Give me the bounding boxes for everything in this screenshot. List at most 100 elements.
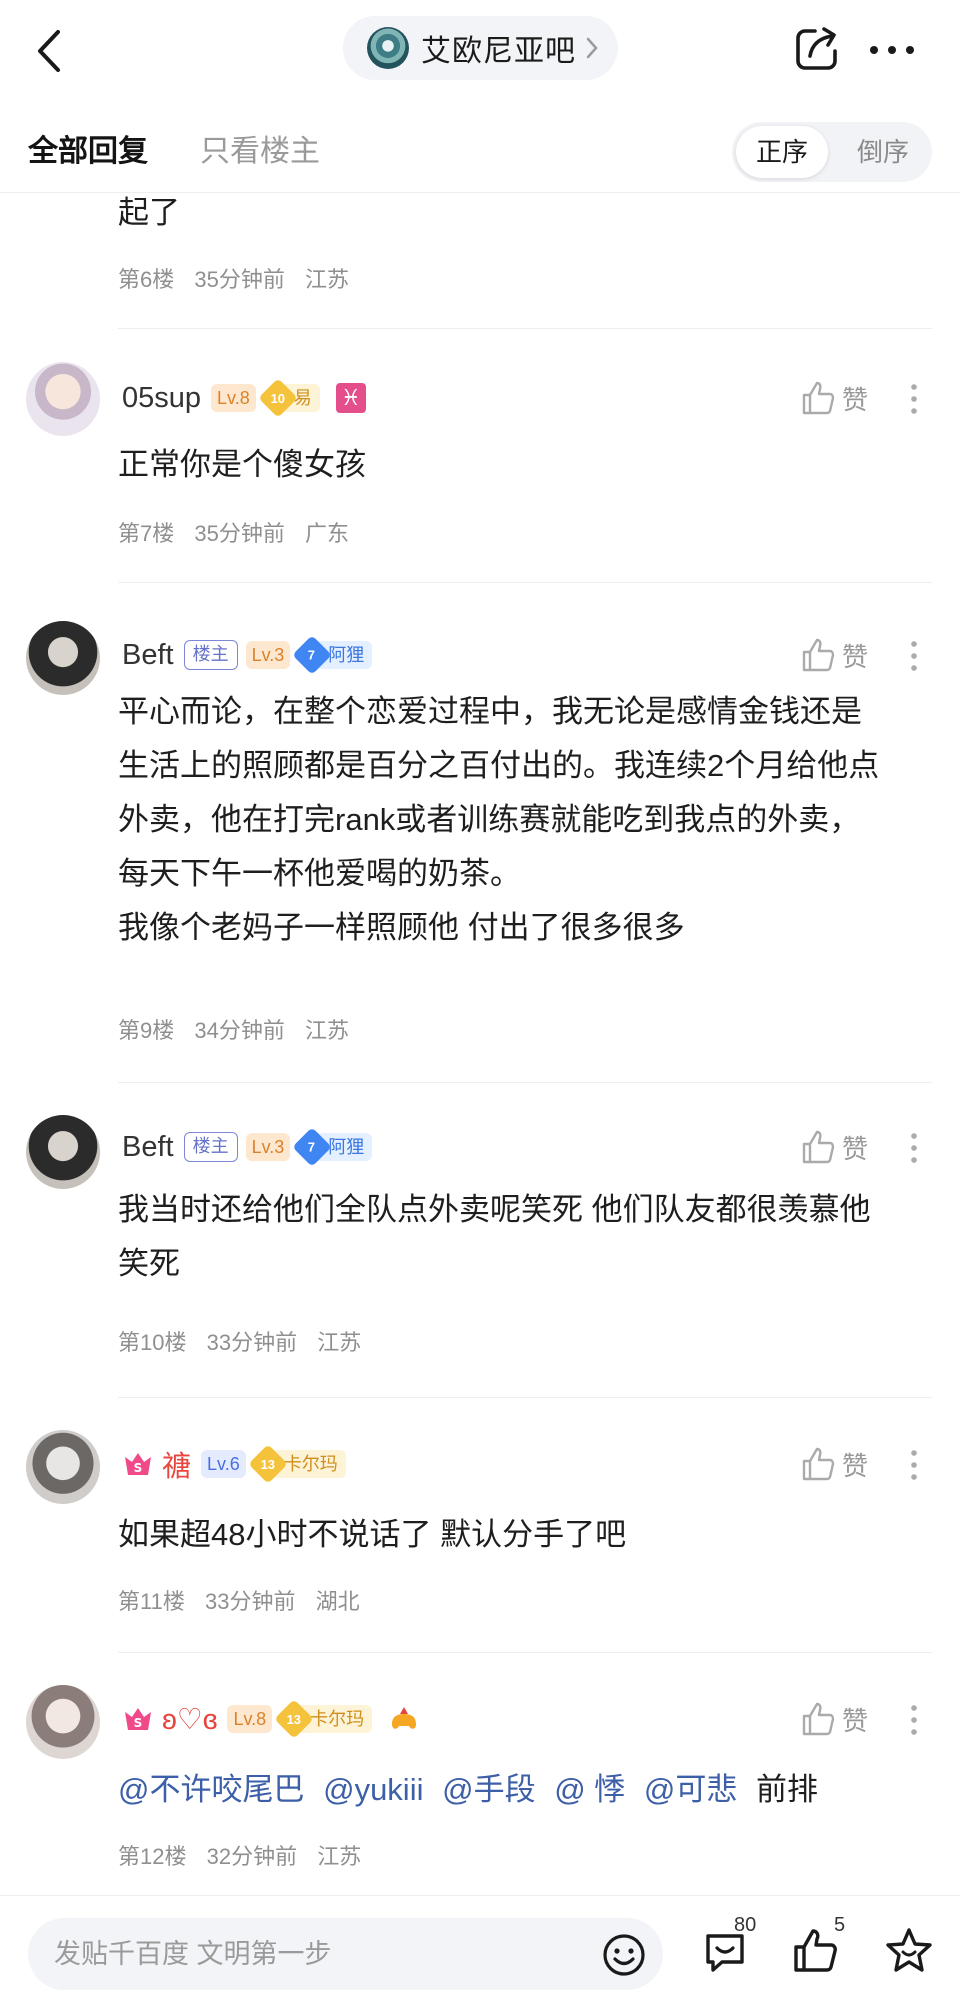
svg-text:S: S <box>134 1716 143 1730</box>
reply-floor-9: Beft 楼主 Lv.3 7 阿狸 赞 平心而论，在整个恋爱过程中，我无论是感情… <box>0 585 960 1085</box>
reply-filter-tabs: 全部回复 只看楼主 正序 倒序 <box>0 100 960 193</box>
reply-floor-7: 05sup Lv.8 10 易 ♓ 赞 正常你是个傻女孩 第7楼 35分钟前 广… <box>0 330 960 585</box>
avatar[interactable] <box>26 1685 100 1759</box>
level-badge: Lv.3 <box>245 1133 291 1161</box>
reply-location: 广东 <box>304 521 349 546</box>
reply-location: 江苏 <box>317 1330 362 1355</box>
more-vertical-icon[interactable] <box>908 639 920 673</box>
game-controller-icon <box>392 1707 417 1729</box>
reply-meta: 第6楼 35分钟前 江苏 <box>118 262 363 294</box>
forum-name: 艾欧尼亚吧 <box>421 35 576 68</box>
gem-badge: 13 卡尔玛 <box>247 1444 346 1484</box>
content-text: 前排 <box>756 1772 819 1807</box>
floor-number: 第6楼 <box>118 267 175 292</box>
more-vertical-icon[interactable] <box>908 1131 920 1165</box>
floor-number: 第12楼 <box>118 1844 187 1869</box>
avatar[interactable] <box>26 621 100 695</box>
thumbs-up-icon <box>802 1447 835 1481</box>
floor-number: 第9楼 <box>118 1018 175 1043</box>
forum-title-button[interactable]: 艾欧尼亚吧 <box>343 16 618 80</box>
avatar[interactable] <box>26 1115 100 1189</box>
mention-link[interactable]: @手段 <box>442 1772 535 1807</box>
thumbs-up-icon <box>802 1702 835 1736</box>
floor-number: 第7楼 <box>118 521 175 546</box>
like-label: 赞 <box>842 1133 869 1164</box>
divider <box>118 582 932 583</box>
reply-input[interactable]: 发贴千百度 文明第一步 <box>28 1918 663 1990</box>
reply-floor-11: S 禟 Lv.6 13 卡尔玛 赞 如果超48小时不说话了 默认分手了吧 第11… <box>0 1400 960 1655</box>
chevron-right-icon <box>586 37 598 59</box>
reply-meta: 第9楼 34分钟前 江苏 <box>118 1013 363 1045</box>
like-button[interactable]: 赞 <box>800 378 868 418</box>
thumbs-up-icon <box>802 381 835 415</box>
reply-input-placeholder: 发贴千百度 文明第一步 <box>54 1939 332 1969</box>
share-icon[interactable] <box>792 24 842 74</box>
username[interactable]: 禟 <box>162 1443 191 1485</box>
user-info: 05sup Lv.8 10 易 ♓ <box>122 378 366 418</box>
level-badge: Lv.8 <box>211 384 256 412</box>
like-label: 赞 <box>842 641 869 672</box>
content-line: 我当时还给他们全队点外卖呢笑死 他们队友都很羡慕他 <box>118 1192 871 1227</box>
content-line: 我像个老妈子一样照顾他 付出了很多很多 <box>118 910 685 945</box>
gem-badge: 13 卡尔玛 <box>274 1699 373 1739</box>
username[interactable]: ʚ♡ɞ <box>162 1702 217 1737</box>
sort-ascending-button[interactable]: 正序 <box>736 126 828 178</box>
like-button[interactable]: 赞 <box>800 1699 868 1739</box>
reply-content: 我当时还给他们全队点外卖呢笑死 他们队友都很羡慕他 笑死 <box>118 1183 932 1291</box>
thumbs-up-icon[interactable] <box>790 1926 840 1976</box>
level-badge: Lv.8 <box>227 1705 273 1733</box>
divider <box>118 328 932 329</box>
like-label: 赞 <box>842 1450 869 1481</box>
mention-link[interactable]: @不许咬尾巴 <box>118 1772 304 1807</box>
like-button[interactable]: 赞 <box>800 635 868 675</box>
more-vertical-icon[interactable] <box>908 1448 920 1482</box>
user-info: Beft 楼主 Lv.3 7 阿狸 <box>122 1127 382 1167</box>
back-arrow-icon[interactable] <box>30 26 70 76</box>
bottom-action-bar: 发贴千百度 文明第一步 80 5 <box>0 1895 960 2011</box>
reply-location: 江苏 <box>317 1844 362 1869</box>
reply-meta: 第7楼 35分钟前 广东 <box>118 516 363 548</box>
reply-content: @不许咬尾巴 @yukiii @手段 @ 悸 @可悲 前排 <box>118 1763 932 1817</box>
username[interactable]: 05sup <box>122 382 201 415</box>
level-badge: Lv.3 <box>245 641 291 669</box>
content-line: 笑死 <box>118 1246 180 1281</box>
content-line: 每天下午一杯他爱喝的奶茶。 <box>118 856 521 891</box>
divider <box>118 1397 932 1398</box>
avatar[interactable] <box>26 1430 100 1504</box>
reply-time: 32分钟前 <box>206 1844 298 1869</box>
mention-link[interactable]: @ 悸 <box>554 1772 625 1807</box>
pisces-zodiac-icon: ♓ <box>335 383 366 413</box>
forum-avatar <box>367 27 409 69</box>
reply-content: 起了 <box>118 195 180 230</box>
like-button[interactable]: 赞 <box>800 1444 868 1484</box>
reply-time: 34分钟前 <box>194 1018 285 1043</box>
gem-badge: 7 阿狸 <box>292 1127 373 1167</box>
more-vertical-icon[interactable] <box>908 382 920 416</box>
reply-content: 如果超48小时不说话了 默认分手了吧 <box>118 1517 627 1552</box>
reply-meta: 第12楼 32分钟前 江苏 <box>118 1839 375 1871</box>
reply-time: 33分钟前 <box>206 1330 298 1355</box>
more-options-icon[interactable] <box>866 32 918 68</box>
mention-link[interactable]: @yukiii <box>323 1772 423 1807</box>
floor-number: 第11楼 <box>118 1589 185 1614</box>
more-vertical-icon[interactable] <box>908 1703 920 1737</box>
sort-descending-button[interactable]: 倒序 <box>840 126 926 178</box>
reply-time: 33分钟前 <box>204 1589 296 1614</box>
tab-owner-only[interactable]: 只看楼主 <box>200 126 320 170</box>
content-line: 平心而论，在整个恋爱过程中，我无论是感情金钱还是 <box>118 694 862 729</box>
star-favorite-icon[interactable] <box>884 1926 934 1976</box>
username[interactable]: Beft <box>122 1131 174 1164</box>
svg-text:S: S <box>134 1461 143 1475</box>
comment-count: 80 <box>734 1914 757 1936</box>
avatar[interactable] <box>26 362 100 436</box>
tab-all-replies[interactable]: 全部回复 <box>28 126 148 170</box>
emoji-icon[interactable] <box>601 1932 647 1978</box>
thread-owner-badge: 楼主 <box>183 1132 238 1162</box>
mention-link[interactable]: @可悲 <box>644 1772 737 1807</box>
gem-badge: 7 阿狸 <box>292 635 373 675</box>
thumbs-up-icon <box>802 638 835 672</box>
like-button[interactable]: 赞 <box>800 1127 868 1167</box>
content-line: 生活上的照顾都是百分之百付出的。我连续2个月给他点 <box>118 748 880 783</box>
sort-order-toggle: 正序 倒序 <box>732 122 932 182</box>
username[interactable]: Beft <box>122 639 174 672</box>
